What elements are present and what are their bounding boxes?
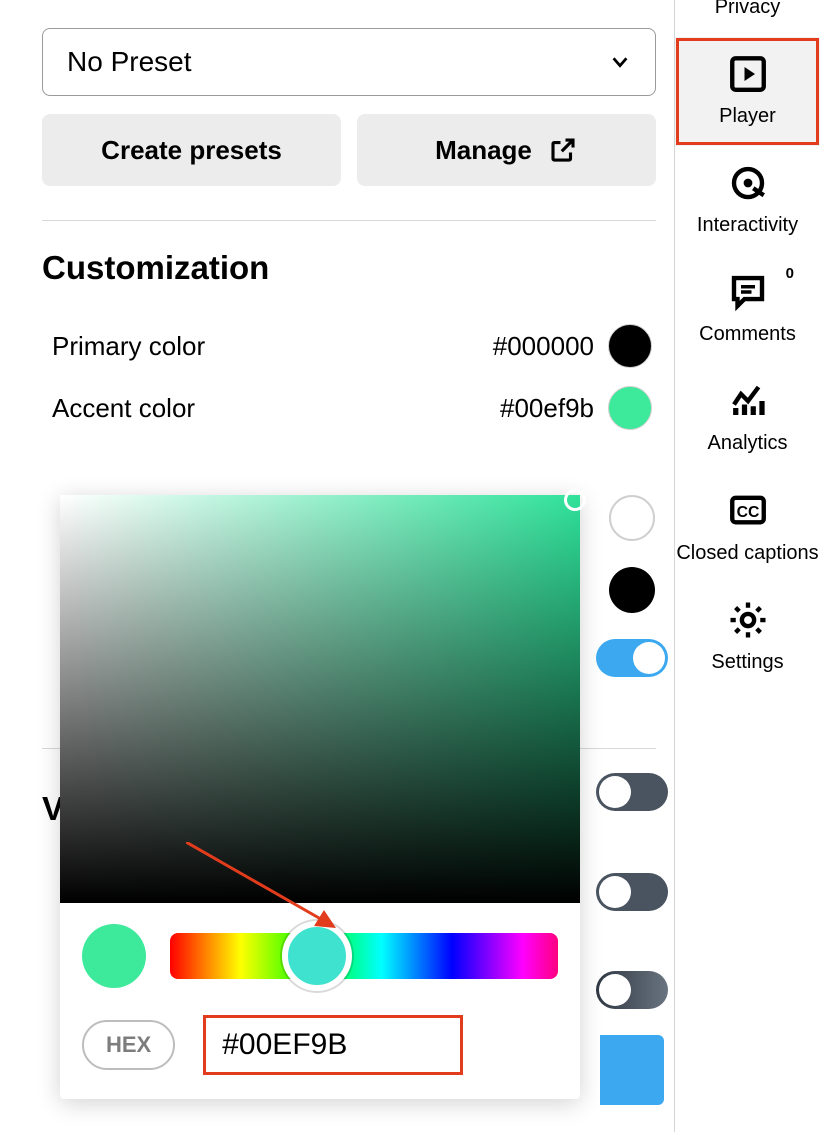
manage-label: Manage [435,135,532,166]
accent-color-swatch[interactable] [608,386,652,430]
customization-title: Customization [42,249,656,287]
saturation-cursor[interactable] [564,489,586,511]
create-presets-label: Create presets [101,135,282,166]
manage-button[interactable]: Manage [357,114,656,186]
partial-blue-button[interactable] [600,1035,664,1105]
hue-slider[interactable] [170,933,558,979]
toggle-1[interactable] [596,639,668,677]
primary-color-row[interactable]: Primary color #000000 [42,315,656,377]
sidebar-item-label: Interactivity [675,214,820,237]
player-icon [727,53,769,95]
preset-selected-value: No Preset [67,46,192,78]
divider [42,220,656,221]
comments-icon [727,271,769,313]
analytics-icon [727,380,769,422]
interactivity-icon [727,162,769,204]
chevron-down-icon [609,51,631,73]
sidebar-item-settings[interactable]: Settings [675,583,820,692]
hex-mode-chip[interactable]: HEX [82,1020,175,1070]
settings-icon [727,599,769,641]
create-presets-button[interactable]: Create presets [42,114,341,186]
hex-input[interactable] [203,1015,463,1075]
primary-color-label: Primary color [52,331,493,362]
saturation-value-field[interactable] [60,495,580,903]
color-preview-circle [82,924,146,988]
sidebar-item-analytics[interactable]: Analytics [675,364,820,473]
external-link-icon [548,135,578,165]
primary-color-value: #000000 [493,331,594,362]
sidebar-item-label: Analytics [675,432,820,455]
sidebar-item-label: Privacy [675,0,820,19]
preset-select[interactable]: No Preset [42,28,656,96]
toggle-3[interactable] [596,873,668,911]
sidebar-item-label: Comments [675,323,820,346]
hue-slider-thumb[interactable] [282,921,352,991]
right-sidebar: Privacy Player Interactivity 0 Comments … [674,0,820,1132]
accent-color-label: Accent color [52,393,500,424]
cc-icon: CC [727,489,769,531]
toggle-4[interactable] [596,971,668,1009]
sidebar-item-interactivity[interactable]: Interactivity [675,146,820,255]
toggle-2[interactable] [596,773,668,811]
color-picker: HEX [60,495,580,1099]
comments-badge: 0 [786,265,794,282]
sidebar-item-label: Player [675,105,820,128]
sidebar-item-player[interactable]: Player [675,37,820,146]
accent-color-row[interactable]: Accent color #00ef9b [42,377,656,439]
primary-color-swatch[interactable] [608,324,652,368]
background-color-swatch[interactable] [609,567,655,613]
sidebar-item-label: Settings [675,651,820,674]
text-color-swatch[interactable] [609,495,655,541]
svg-text:CC: CC [736,504,759,521]
sidebar-item-comments[interactable]: 0 Comments [675,255,820,364]
sidebar-item-label: Closed captions [675,541,820,565]
sidebar-item-closed-captions[interactable]: CC Closed captions [675,473,820,583]
sidebar-item-privacy[interactable]: Privacy [675,0,820,37]
accent-color-value: #00ef9b [500,393,594,424]
